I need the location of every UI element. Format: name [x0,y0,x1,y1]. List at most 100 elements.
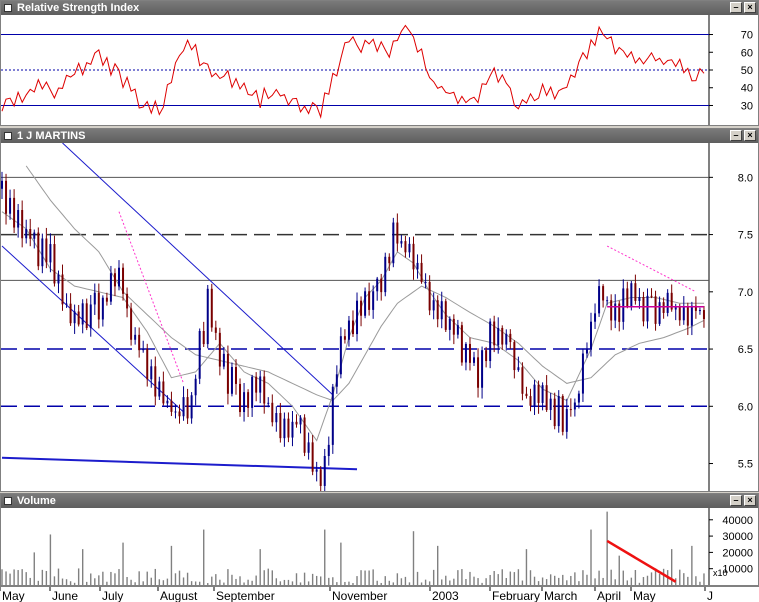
minimize-button[interactable]: – [730,495,742,506]
ohlc-body [291,421,294,438]
panel-menu-icon[interactable] [4,132,12,140]
ohlc-body [388,256,391,264]
ohlc-body [565,409,568,432]
ohlc-body [97,292,100,320]
ohlc-body [686,306,689,326]
close-button[interactable]: × [744,130,756,141]
price-tick-label: 6.5 [738,344,753,356]
ohlc-body [444,301,447,330]
date-label: April [597,589,621,602]
date-label: March [544,589,577,602]
ohlc-body [283,418,286,439]
ohlc-body [380,278,383,293]
ohlc-body [590,321,593,350]
ohlc-body [117,267,120,287]
price-tick-label: 7.5 [738,230,753,242]
ohlc-body [5,180,8,214]
ohlc-body [368,291,371,310]
ohlc-body [186,397,189,419]
volume-tick-label: 30000 [722,531,753,543]
ohlc-body [698,310,701,312]
ohlc-body [610,300,613,321]
ohlc-body [517,367,520,371]
panel-menu-icon[interactable] [4,4,12,12]
ohlc-body [630,283,633,306]
ohlc-body [255,376,258,393]
ohlc-body [37,232,40,267]
ohlc-body [307,442,310,453]
support-trend-line [1,456,358,471]
ohlc-body [222,353,225,367]
ohlc-body [85,303,88,328]
ohlc-body [606,300,609,302]
volume-panel: Volume – × 10000 20000 30000 40000 x10 [0,493,759,586]
ohlc-body [569,409,572,411]
volume-tick-label: 40000 [722,515,753,527]
date-label: July [102,589,123,602]
ohlc-body [384,256,387,293]
ohlc-body [416,262,419,270]
ohlc-body [533,384,536,406]
volume-titlebar[interactable]: Volume – × [1,494,758,508]
ohlc-body [602,286,605,301]
ohlc-body [142,349,145,351]
ohlc-body [210,288,213,328]
minimize-button[interactable]: – [730,2,742,13]
ohlc-body [259,376,262,393]
ohlc-body [509,333,512,343]
ohlc-body [347,320,350,340]
date-label: May [633,589,656,602]
rsi-title: Relative Strength Index [17,2,140,14]
ohlc-body [166,400,169,404]
ohlc-body [150,366,153,380]
price-tick-label: 5.5 [738,459,753,471]
ohlc-body [408,243,411,253]
ohlc-body [501,327,504,345]
close-button[interactable]: × [744,495,756,506]
ohlc-body [170,400,173,412]
minimize-button[interactable]: – [730,130,742,141]
ohlc-body [678,306,681,321]
ohlc-body [662,302,665,313]
ohlc-body [468,343,471,363]
price-chart: 5.5 6.0 6.5 7.0 7.5 8.0 [1,143,753,491]
date-label: June [52,589,78,602]
ohlc-body [134,334,137,340]
ohlc-body [356,300,359,335]
ohlc-body [295,421,298,425]
ohlc-body [360,300,363,316]
rsi-chart: 30 40 50 60 70 [1,15,753,125]
ohlc-body [214,327,217,333]
rsi-tick-label: 50 [741,65,753,77]
ohlc-body [654,296,657,324]
volume-chart: 10000200003000040000x10 [1,508,753,585]
ohlc-body [275,413,278,423]
ohlc-body [376,278,379,292]
ohlc-body [549,398,552,410]
ohlc-body [182,397,185,417]
ohlc-body [303,417,306,453]
ohlc-body [158,381,161,397]
close-button[interactable]: × [744,2,756,13]
ohlc-body [113,273,116,287]
rsi-tick-label: 60 [741,47,753,59]
price-titlebar[interactable]: 1 J MARTINS – × [1,129,758,143]
ohlc-body [561,396,564,432]
ohlc-body [448,318,451,330]
ohlc-body [392,222,395,264]
date-label: August [160,589,198,602]
ohlc-body [13,197,16,228]
date-axis-labels: May June July August September November 2003 Fe… [0,587,713,602]
ohlc-body [420,262,423,283]
panel-menu-icon[interactable] [4,497,12,505]
ohlc-body [251,376,254,408]
ohlc-body [521,367,524,394]
ohlc-body [89,304,92,328]
ohlc-body [287,418,290,438]
ohlc-body [319,469,322,486]
rsi-line [1,24,705,119]
ohlc-body [404,241,407,253]
rsi-titlebar[interactable]: Relative Strength Index – × [1,1,758,15]
ohlc-body [642,297,645,322]
rsi-panel: Relative Strength Index – × 30 40 50 60 70 [0,0,759,126]
